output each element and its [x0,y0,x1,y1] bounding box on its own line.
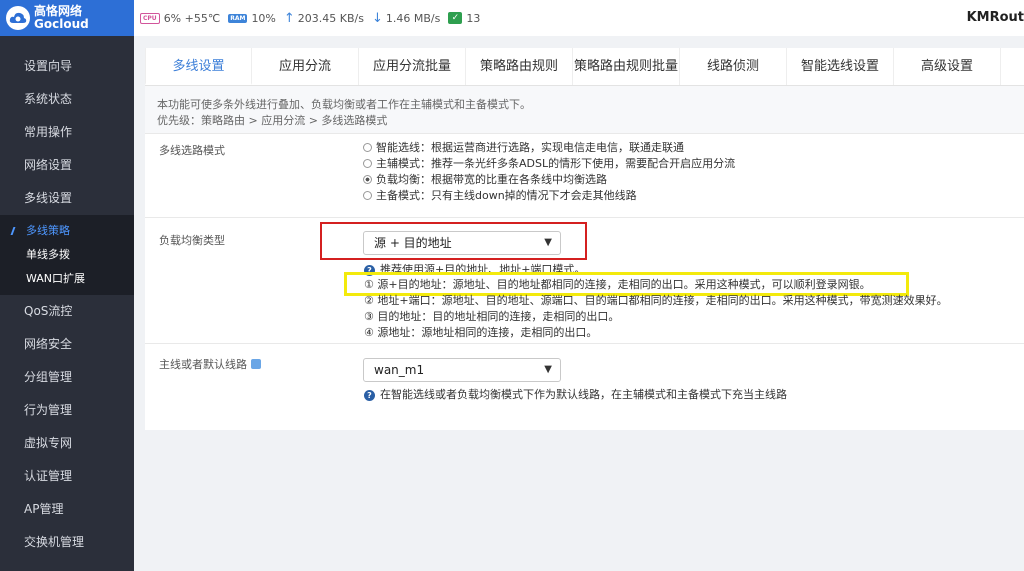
brand-name: KMRout [966,10,1024,25]
nav-group-mgmt[interactable]: 分组管理 [0,361,134,394]
mode-option-primary-secondary[interactable]: 主辅模式：推荐一条光纤多条ADSL的情形下使用，需要配合开启应用分流 [363,156,735,172]
chevron-down-icon: ▼ [544,364,552,375]
connection-stat: ✓ 13 [448,12,480,25]
mode-option-load-balance[interactable]: 负载均衡：根据带宽的比重在各条线中均衡选路 [363,172,735,188]
connection-count: 13 [466,11,481,25]
radio-icon[interactable] [363,191,372,200]
default-line-value: wan_m1 [374,363,425,377]
tab-policy-route-rules[interactable]: 策略路由规则 [466,48,573,85]
upload-stat: ↑ 203.45 KB/s [284,11,364,26]
nav-vpn[interactable]: 虚拟专网 [0,427,134,460]
subnav-multiline-policy[interactable]: 多线策略 [0,219,134,243]
tab-advanced-settings[interactable]: 高级设置 [894,48,1001,85]
ram-icon: RAM [228,13,248,23]
download-arrow-icon: ↓ [371,10,383,26]
mode-row: 多线选路模式 智能选线：根据运营商进行选路，实现电信走电信，联通走联通 主辅模式… [145,133,1024,217]
radio-icon[interactable] [363,159,372,168]
tab-policy-route-rules-batch[interactable]: 策略路由规则批量 [573,48,680,85]
logo-en: Gocloud [34,17,89,31]
default-line-hint: ? 在智能选线或者负载均衡模式下作为默认线路，在主辅模式和主备模式下充当主线路 [364,387,787,403]
mode-option-backup[interactable]: 主备模式：只有主线down掉的情况下才会走其他线路 [363,188,735,204]
cpu-stat: CPU 6% +55℃ [140,12,220,25]
download-stat: ↓ 1.46 MB/s [372,11,440,26]
ram-stat: RAM 10% [228,12,276,25]
description-priority: 优先级：策略路由 > 应用分流 > 多线选路模式 [157,114,388,127]
nav-network-settings[interactable]: 网络设置 [0,149,134,182]
nav-ap-mgmt[interactable]: AP管理 [0,493,134,526]
nav-auth-mgmt[interactable]: 认证管理 [0,460,134,493]
description: 本功能可使多条外线进行叠加、负载均衡或者工作在主辅模式和主备模式下。 优先级：策… [145,86,1024,133]
cpu-value: 6% +55℃ [163,11,221,25]
upload-value: 203.45 KB/s [297,11,364,25]
info-icon[interactable] [251,359,261,369]
cloud-logo-icon [6,6,30,30]
radio-icon[interactable] [363,143,372,152]
download-value: 1.46 MB/s [385,11,441,25]
tab-bar: 多线设置 应用分流 应用分流批量 策略路由规则 策略路由规则批量 线路侦测 智能… [145,48,1024,86]
nav-qos[interactable]: QoS流控 [0,295,134,328]
tab-multiline-settings[interactable]: 多线设置 [145,48,252,85]
connection-check-icon: ✓ [448,12,463,24]
description-line-1: 本功能可使多条外线进行叠加、负载均衡或者工作在主辅模式和主备模式下。 [157,98,531,111]
lb-label: 负载均衡类型 [159,234,225,247]
tab-app-split[interactable]: 应用分流 [252,48,359,85]
sidebar: 高恪网络 Gocloud 设置向导 系统状态 常用操作 网络设置 多线设置 多线… [0,0,134,571]
mode-option-smart[interactable]: 智能选线：根据运营商进行选路，实现电信走电信，联通走联通 [363,140,735,156]
tab-app-split-batch[interactable]: 应用分流批量 [359,48,466,85]
nav-network-security[interactable]: 网络安全 [0,328,134,361]
ram-value: 10% [251,11,276,25]
nav-behavior-mgmt[interactable]: 行为管理 [0,394,134,427]
tab-smart-line-settings[interactable]: 智能选线设置 [787,48,894,85]
lb-note-2: ② 地址+端口：源地址、目的地址、源端口、目的端口都相同的连接，走相同的出口。采… [364,294,948,307]
tab-line-detect[interactable]: 线路侦测 [680,48,787,85]
nav-system-status[interactable]: 系统状态 [0,83,134,116]
mode-label: 多线选路模式 [159,144,225,157]
logo[interactable]: 高恪网络 Gocloud [0,0,134,36]
subnav: 多线策略 单线多拨 WAN口扩展 [0,215,134,295]
nav-menu: 设置向导 系统状态 常用操作 网络设置 多线设置 多线策略 单线多拨 WAN口扩… [0,50,134,559]
lb-note-3: ③ 目的地址：目的地址相同的连接，走相同的出口。 [364,310,620,323]
lb-type-select[interactable]: 源 + 目的地址 ▼ [363,231,561,255]
chevron-down-icon: ▼ [544,237,552,248]
top-status-bar: CPU 6% +55℃ RAM 10% ↑ 203.45 KB/s ↓ 1.46… [134,0,1024,36]
upload-arrow-icon: ↑ [283,10,295,26]
default-line-label: 主线或者默认线路 [159,356,261,372]
nav-switch-mgmt[interactable]: 交换机管理 [0,526,134,559]
lb-note-4: ④ 源地址：源地址相同的连接，走相同的出口。 [364,326,598,339]
mode-radio-group: 智能选线：根据运营商进行选路，实现电信走电信，联通走联通 主辅模式：推荐一条光纤… [363,140,735,204]
nav-multiline-settings[interactable]: 多线设置 [0,182,134,215]
subnav-single-line-multidial[interactable]: 单线多拨 [0,243,134,267]
lb-type-value: 源 + 目的地址 [374,236,452,250]
default-line-select[interactable]: wan_m1 ▼ [363,358,561,382]
lb-note-1: ① 源+目的地址：源地址、目的地址都相同的连接，走相同的出口。采用这种模式，可以… [364,278,871,291]
nav-common-ops[interactable]: 常用操作 [0,116,134,149]
nav-setup-wizard[interactable]: 设置向导 [0,50,134,83]
radio-checked-icon[interactable] [363,175,372,184]
question-icon: ? [364,390,375,401]
cpu-icon: CPU [140,12,160,24]
subnav-wan-expand[interactable]: WAN口扩展 [0,267,134,291]
